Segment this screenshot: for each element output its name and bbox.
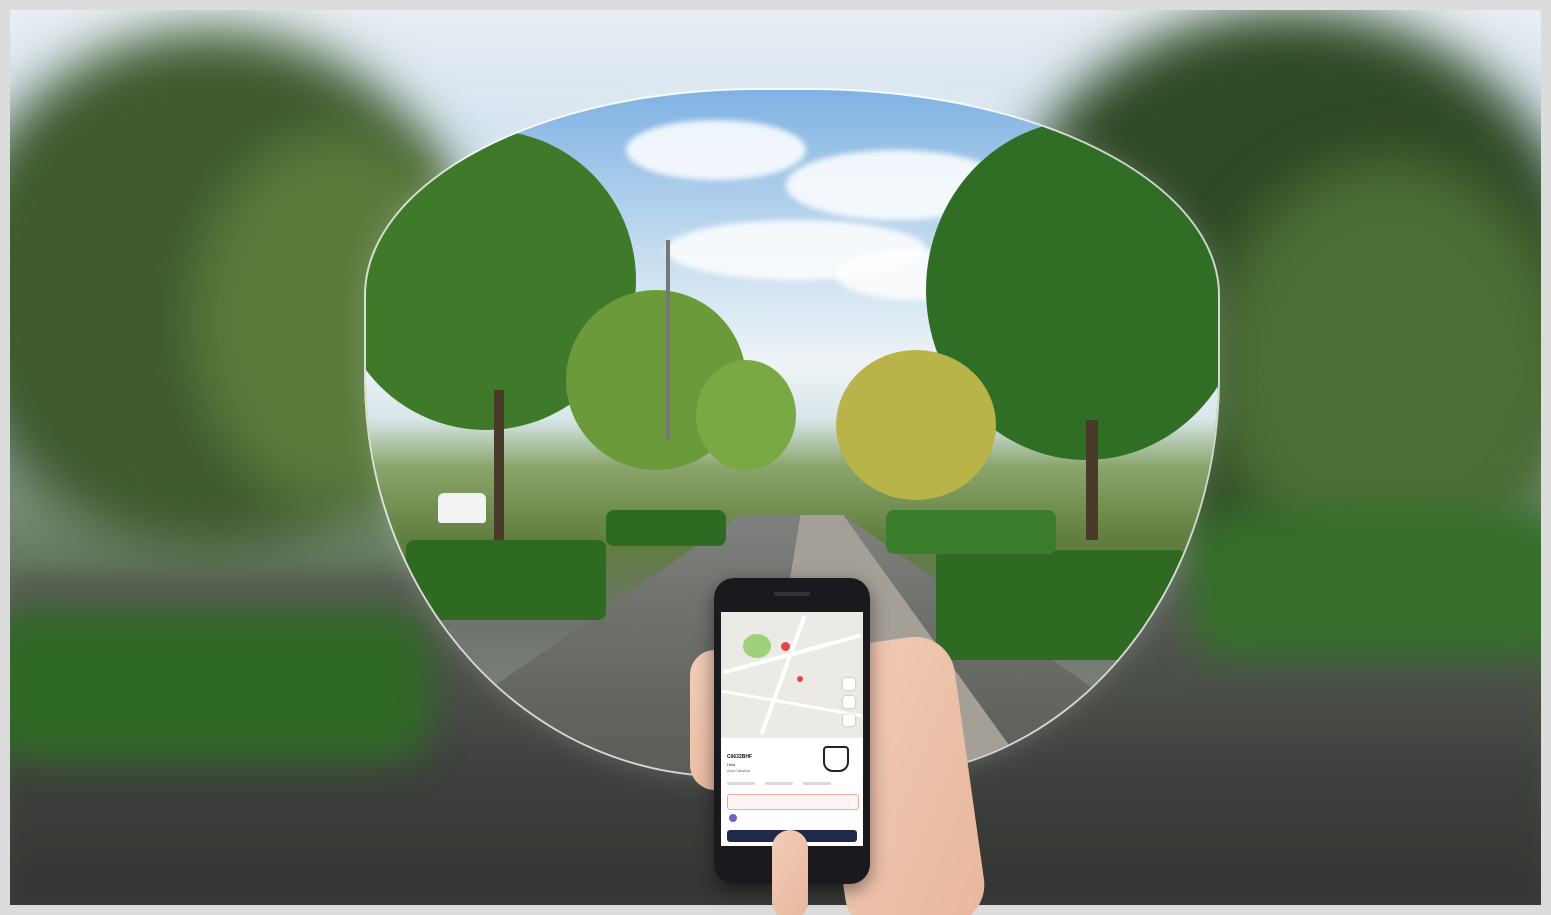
info-bar [727, 782, 755, 785]
hedge-left-far [606, 510, 726, 546]
map-road [721, 689, 863, 718]
map-road [759, 615, 807, 735]
map-pin-icon[interactable] [797, 676, 803, 682]
trunk [1086, 420, 1098, 540]
scooter-icon [823, 746, 849, 772]
plate-code: C6632BHF [727, 754, 753, 760]
greeting: Hola [727, 762, 736, 767]
user-name: Ana Catalina [727, 768, 750, 773]
blurred-hedge-right [1190, 510, 1541, 660]
map-pin-icon[interactable] [781, 642, 790, 651]
scene: C6632BHF Hola Ana Catalina [0, 0, 1551, 915]
phone-speaker [774, 592, 810, 596]
cloud [626, 120, 806, 180]
location-arrow-icon[interactable] [843, 714, 855, 726]
info-bar [803, 782, 831, 785]
input-field[interactable] [727, 794, 859, 810]
trunk [494, 390, 504, 560]
tree-right [836, 350, 996, 500]
qr-icon[interactable] [843, 696, 855, 708]
tree-left-far [696, 360, 796, 470]
map-view [721, 612, 863, 738]
phone-screen: C6632BHF Hola Ana Catalina [721, 612, 863, 846]
street-lamp [666, 240, 670, 440]
hedge-right [936, 550, 1186, 660]
hedge-right-far [886, 510, 1056, 554]
map-park [743, 634, 771, 658]
info-bar [765, 782, 793, 785]
hedge-left [406, 540, 606, 620]
thumb [772, 830, 808, 915]
car [438, 493, 486, 523]
filter-icon[interactable] [843, 678, 855, 690]
option-dot[interactable] [729, 814, 737, 822]
